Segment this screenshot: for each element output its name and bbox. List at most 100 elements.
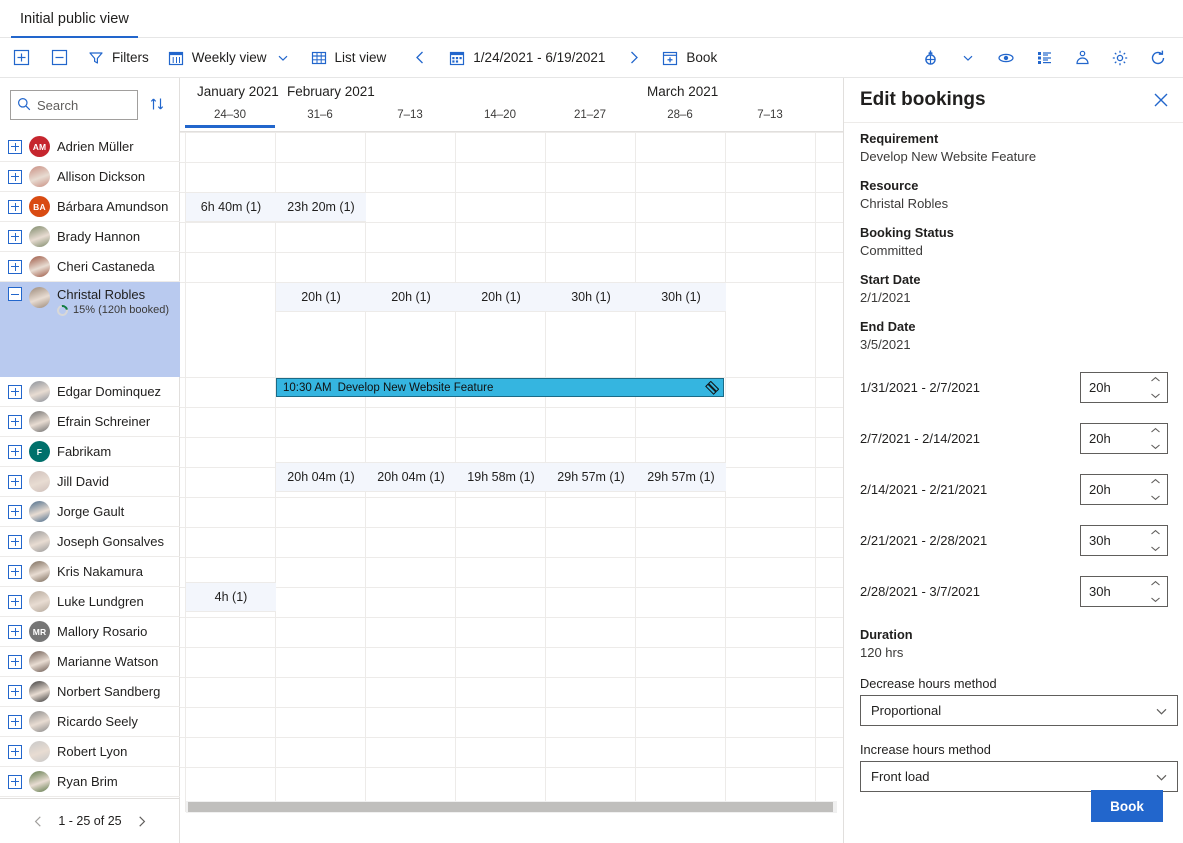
settings-button[interactable] [1103,42,1137,74]
schedule-grid[interactable]: January 2021February 2021March 202124–30… [180,78,843,843]
collapse-all-button[interactable] [42,42,76,74]
stepper-arrows[interactable] [1148,529,1162,552]
expand-icon[interactable] [8,140,22,154]
resource-row[interactable]: Joseph Gonsalves [0,527,180,557]
book-button[interactable]: Book [1091,790,1163,822]
resource-row[interactable]: Cheri Castaneda [0,252,180,282]
stepper-arrows[interactable] [1148,580,1162,603]
utilization-chevron-button[interactable] [951,42,985,74]
expand-icon[interactable] [8,565,22,579]
resource-row[interactable]: Edgar Dominquez [0,377,180,407]
expand-all-button[interactable] [4,42,38,74]
schedule-cell[interactable]: 23h 20m (1) [276,192,366,222]
resource-row[interactable]: BABárbara Amundson [0,192,180,222]
expand-icon[interactable] [8,505,22,519]
expand-icon[interactable] [8,170,22,184]
expand-icon[interactable] [8,625,22,639]
schedule-cell[interactable]: 19h 58m (1) [456,462,546,492]
resource-row[interactable]: Jorge Gault [0,497,180,527]
collapse-icon[interactable] [8,287,22,301]
schedule-cell[interactable]: 20h 04m (1) [276,462,366,492]
week-label[interactable]: 31–6 [275,109,365,121]
booking-bar[interactable]: 10:30 AMDevelop New Website Feature [276,378,724,397]
schedule-cell[interactable]: 4h (1) [186,582,276,612]
week-label[interactable]: 7–13 [365,109,455,121]
sort-button[interactable] [146,94,168,116]
utilization-button[interactable] [913,42,947,74]
resource-list[interactable]: AMAdrien MüllerAllison DicksonBABárbara … [0,132,180,812]
resource-row[interactable]: AMAdrien Müller [0,132,180,162]
stepper-arrows[interactable] [1148,376,1162,399]
resource-row[interactable]: MRMallory Rosario [0,617,180,647]
expand-icon[interactable] [8,715,22,729]
schedule-cell[interactable]: 20h (1) [366,282,456,312]
allocation-hours-stepper[interactable]: 30h [1080,576,1168,607]
resource-row[interactable]: Efrain Schreiner [0,407,180,437]
pager-prev-button[interactable] [32,815,45,828]
expand-icon[interactable] [8,230,22,244]
refresh-button[interactable] [1141,42,1175,74]
expand-icon[interactable] [8,535,22,549]
schedule-cell[interactable]: 30h (1) [636,282,726,312]
allocation-hours-stepper[interactable]: 20h [1080,372,1168,403]
previous-period-button[interactable] [403,42,437,74]
resource-row[interactable]: Norbert Sandberg [0,677,180,707]
resource-row[interactable]: Robert Lyon [0,737,180,767]
filters-button[interactable]: Filters [80,42,156,74]
close-icon[interactable] [1151,90,1171,110]
resource-row[interactable]: Christal Robles15% (120h booked) [0,282,180,377]
weekly-view-button[interactable]: Weekly view [160,42,299,74]
allocation-hours-stepper[interactable]: 20h [1080,474,1168,505]
schedule-cell[interactable]: 6h 40m (1) [186,192,276,222]
resource-row[interactable]: Kris Nakamura [0,557,180,587]
resource-row[interactable]: Ricardo Seely [0,707,180,737]
tab-initial-public-view[interactable]: Initial public view [11,0,138,38]
expand-icon[interactable] [8,385,22,399]
resource-row[interactable]: FFabrikam [0,437,180,467]
decrease-hours-method-select[interactable]: Proportional [860,695,1178,726]
expand-icon[interactable] [8,200,22,214]
week-label[interactable]: 21–27 [545,109,635,121]
week-label[interactable]: 28–6 [635,109,725,121]
resize-handle-icon[interactable] [704,381,719,399]
schedule-cell[interactable]: 20h 04m (1) [366,462,456,492]
week-label[interactable]: 24–30 [185,109,275,121]
expand-icon[interactable] [8,685,22,699]
stepper-arrows[interactable] [1148,427,1162,450]
expand-icon[interactable] [8,595,22,609]
schedule-cell[interactable]: 20h (1) [276,282,366,312]
schedule-cell[interactable]: 29h 57m (1) [636,462,726,492]
week-label[interactable]: 14–20 [455,109,545,121]
expand-icon[interactable] [8,775,22,789]
resource-row[interactable]: Jill David [0,467,180,497]
scrollbar-thumb[interactable] [188,802,833,812]
resource-row[interactable]: Luke Lundgren [0,587,180,617]
expand-icon[interactable] [8,655,22,669]
horizontal-scrollbar[interactable] [186,801,837,813]
legend-button[interactable] [1027,42,1061,74]
stepper-arrows[interactable] [1148,478,1162,501]
resource-row[interactable]: Ryan Brim [0,767,180,797]
expand-icon[interactable] [8,745,22,759]
week-label[interactable]: 7–13 [725,109,815,121]
schedule-cell[interactable]: 30h (1) [546,282,636,312]
pager-next-button[interactable] [135,815,148,828]
expand-icon[interactable] [8,445,22,459]
search-input[interactable]: Search [10,90,138,120]
schedule-body[interactable]: 6h 40m (1)23h 20m (1)20h (1)20h (1)20h (… [180,132,843,812]
schedule-cell[interactable]: 20h (1) [456,282,546,312]
resource-row[interactable]: Allison Dickson [0,162,180,192]
expand-icon[interactable] [8,260,22,274]
expand-icon[interactable] [8,415,22,429]
next-period-button[interactable] [616,42,650,74]
visibility-button[interactable] [989,42,1023,74]
map-view-button[interactable] [1065,42,1099,74]
date-range-button[interactable]: 1/24/2021 - 6/19/2021 [441,42,612,74]
list-view-button[interactable]: List view [303,42,394,74]
resource-row[interactable]: Marianne Watson [0,647,180,677]
schedule-cell[interactable]: 29h 57m (1) [546,462,636,492]
resource-row[interactable]: Brady Hannon [0,222,180,252]
allocation-hours-stepper[interactable]: 20h [1080,423,1168,454]
expand-icon[interactable] [8,475,22,489]
book-toolbar-button[interactable]: Book [654,42,724,74]
